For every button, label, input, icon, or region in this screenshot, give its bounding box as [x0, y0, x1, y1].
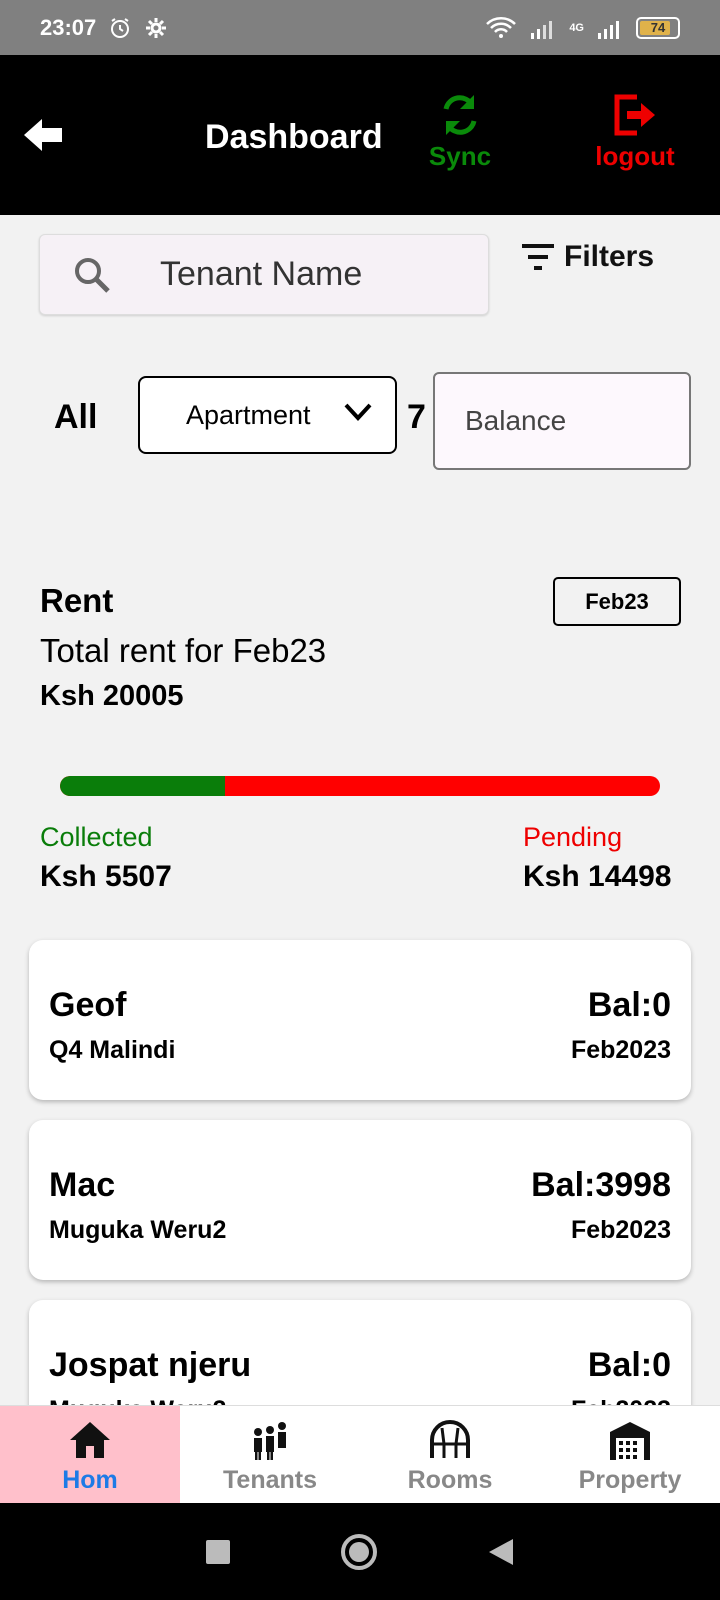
home-circle-icon[interactable]	[339, 1532, 379, 1572]
tenant-balance: Bal:0	[587, 986, 671, 1024]
collected-label: Collected	[40, 822, 153, 852]
back-button[interactable]	[22, 115, 68, 155]
collected-amount: Ksh 5507	[40, 860, 172, 893]
settings-icon	[146, 17, 167, 38]
apartment-select-value: Apartment	[186, 399, 311, 430]
tenant-name: Geof	[49, 986, 127, 1024]
sync-icon	[443, 95, 477, 135]
balance-input[interactable]	[433, 372, 691, 470]
filters-label: Filters	[564, 240, 655, 273]
tenant-month: Feb2023	[570, 1036, 671, 1064]
tenant-month: Feb2023	[570, 1216, 671, 1244]
bottom-nav: Hom Tenants Rooms Property	[0, 1405, 720, 1503]
people-icon	[254, 1422, 286, 1460]
arrow-left-icon	[24, 119, 62, 151]
tenant-card[interactable]: Geof Q4 Malindi Bal:0 Feb2023	[29, 940, 691, 1100]
nav-item-tenants[interactable]: Tenants	[180, 1406, 360, 1503]
tenant-property: Q4 Malindi	[49, 1036, 176, 1064]
home-icon	[70, 1422, 110, 1458]
search-input[interactable]	[160, 255, 460, 294]
system-nav-bar	[0, 1503, 720, 1600]
tenant-card[interactable]: Mac Muguka Weru2 Bal:3998 Feb2023	[29, 1120, 691, 1280]
battery-level: 74	[650, 20, 666, 35]
status-bar: 23:07 4G 74	[0, 0, 720, 55]
logout-button[interactable]: logout	[585, 91, 685, 172]
tenant-name: Jospat njeru	[49, 1346, 252, 1384]
nav-item-home[interactable]: Hom	[0, 1406, 180, 1503]
collected-progress-fill	[60, 776, 225, 796]
nav-label: Hom	[62, 1466, 118, 1494]
sync-label: Sync	[428, 141, 492, 171]
nav-item-property[interactable]: Property	[540, 1406, 720, 1503]
status-time: 23:07	[40, 14, 97, 40]
signal-icon	[531, 20, 553, 39]
nav-label: Tenants	[223, 1466, 317, 1494]
wifi-icon	[486, 16, 517, 38]
all-filter-label[interactable]: All	[54, 398, 97, 437]
month-selector-button[interactable]: Feb23	[553, 577, 681, 626]
search-box[interactable]	[39, 234, 489, 315]
tenant-list[interactable]: Geof Q4 Malindi Bal:0 Feb2023 Mac Muguka…	[0, 930, 720, 1405]
pending-amount: Ksh 14498	[523, 860, 672, 893]
tenant-balance: Bal:3998	[531, 1166, 671, 1204]
filter-icon	[522, 244, 554, 270]
warehouse-icon	[610, 1422, 650, 1460]
nav-label: Rooms	[407, 1466, 493, 1494]
tenant-name: Mac	[49, 1166, 116, 1204]
battery-icon: 74	[636, 16, 680, 39]
chevron-down-icon	[344, 403, 372, 421]
network-type: 4G	[569, 21, 584, 34]
rent-title: Rent	[40, 582, 114, 619]
pending-label: Pending	[523, 822, 623, 852]
rent-subtitle: Total rent for Feb23	[40, 632, 327, 669]
tenant-property: Muguka Weru2	[49, 1216, 227, 1244]
alarm-icon	[111, 17, 130, 38]
tenant-count: 7	[407, 398, 426, 436]
rent-total: Ksh 20005	[40, 680, 184, 712]
app-header: Dashboard Sync logout	[0, 55, 720, 215]
signal-4g-icon	[598, 20, 619, 39]
logout-icon	[614, 94, 655, 136]
back-triangle-icon[interactable]	[487, 1537, 515, 1567]
tenant-balance: Bal:0	[587, 1346, 671, 1384]
nav-label: Property	[578, 1466, 682, 1494]
filters-button[interactable]: Filters	[520, 240, 654, 274]
logout-label: logout	[595, 141, 675, 171]
collection-progress-bar	[60, 776, 660, 796]
recents-icon[interactable]	[205, 1539, 231, 1565]
tenant-property: Muguka Weru2	[49, 1396, 226, 1405]
rooms-icon	[430, 1420, 470, 1458]
page-title: Dashboard	[205, 118, 383, 156]
apartment-select[interactable]: Apartment	[138, 376, 397, 454]
search-icon	[75, 257, 110, 293]
tenant-month: Feb2023	[571, 1396, 671, 1405]
nav-item-rooms[interactable]: Rooms	[360, 1406, 540, 1503]
tenant-card[interactable]: Jospat njeru Muguka Weru2 Bal:0 Feb2023	[29, 1300, 691, 1405]
sync-button[interactable]: Sync	[420, 91, 500, 172]
